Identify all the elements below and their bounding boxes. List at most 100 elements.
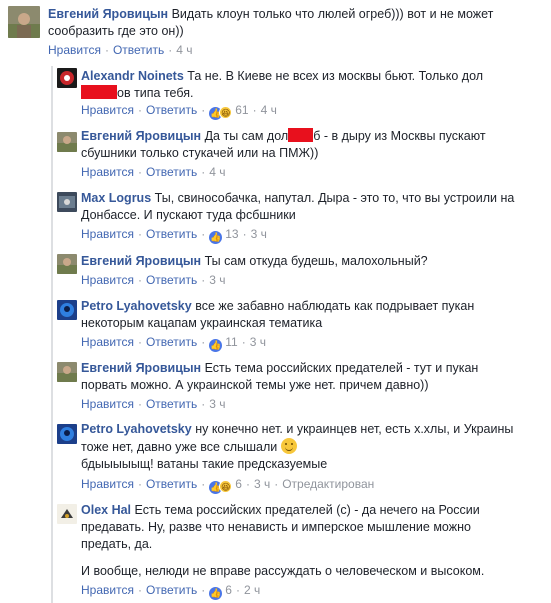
like-button[interactable]: Нравится — [81, 477, 134, 491]
like-button[interactable]: Нравится — [81, 335, 134, 349]
avatar[interactable] — [57, 504, 77, 524]
separator: · — [201, 165, 206, 179]
comment-actions: Нравится · Ответить · 👍 6 · 2 ч — [81, 582, 260, 600]
comment-actions: Нравится · Ответить · 3 ч — [81, 272, 226, 288]
comment-body-part: ов типа тебя. — [117, 86, 194, 100]
comment-actions: Нравится · Ответить · 3 ч — [81, 396, 226, 412]
comment-text: Olex Hal Есть тема российских предателей… — [81, 502, 521, 553]
separator: · — [252, 103, 257, 117]
separator: · — [201, 335, 206, 349]
like-button[interactable]: Нравится — [81, 227, 134, 241]
separator: · — [137, 335, 142, 349]
avatar[interactable] — [8, 6, 40, 38]
reply-button[interactable]: Ответить — [146, 227, 197, 241]
timestamp[interactable]: 3 ч — [254, 477, 270, 491]
comment-author[interactable]: Евгений Яровицын — [81, 254, 201, 268]
separator: · — [235, 583, 240, 597]
reply-button[interactable]: Ответить — [113, 43, 164, 57]
reactions[interactable]: 👍😆 6 — [209, 477, 242, 494]
reactions[interactable]: 👍 13 — [209, 227, 239, 244]
comment-author[interactable]: Евгений Яровицын — [81, 129, 201, 143]
reply-thread-rail — [51, 66, 53, 603]
separator: · — [201, 103, 206, 117]
timestamp[interactable]: 3 ч — [209, 273, 225, 287]
comment-text: Max Logrus Ты, свинособачка, напутал. Ды… — [81, 190, 521, 224]
reactions[interactable]: 👍 11 — [209, 335, 238, 352]
comment-actions: Нравится · Ответить · 4 ч — [48, 42, 193, 58]
timestamp[interactable]: 4 ч — [176, 43, 192, 57]
separator: · — [137, 477, 142, 491]
like-button[interactable]: Нравится — [81, 583, 134, 597]
avatar[interactable] — [57, 424, 77, 444]
comment-text: Alexandr Noinets Та не. В Киеве не всех … — [81, 68, 501, 102]
comment-author[interactable]: Olex Hal — [81, 503, 131, 517]
separator: · — [274, 477, 279, 491]
reply-button[interactable]: Ответить — [146, 477, 197, 491]
comment-author[interactable]: Max Logrus — [81, 191, 151, 205]
avatar[interactable] — [57, 132, 77, 152]
separator: · — [245, 477, 250, 491]
comment-text: Евгений Яровицын Видать клоун только что… — [48, 6, 543, 40]
separator: · — [137, 397, 142, 411]
avatar[interactable] — [57, 68, 77, 88]
timestamp[interactable]: 4 ч — [261, 103, 277, 117]
comment-author[interactable]: Евгений Яровицын — [48, 7, 168, 21]
reply-button[interactable]: Ответить — [146, 103, 197, 117]
haha-reaction-icon: 😆 — [219, 106, 233, 119]
separator: · — [137, 103, 142, 117]
separator: · — [137, 227, 142, 241]
separator: · — [241, 335, 246, 349]
comment-author[interactable]: Petro Lyahovetsky — [81, 299, 192, 313]
like-reaction-icon: 👍 — [209, 339, 223, 352]
comment-actions: Нравится · Ответить · 👍😆 6 · 3 ч · Отредактирован — [81, 476, 374, 494]
reaction-count: 13 — [225, 227, 239, 241]
redaction-mark — [81, 85, 117, 99]
timestamp[interactable]: 2 ч — [244, 583, 260, 597]
comment-author[interactable]: Евгений Яровицын — [81, 361, 201, 375]
redaction-mark — [288, 128, 314, 142]
avatar[interactable] — [57, 192, 77, 212]
haha-reaction-icon: 😆 — [219, 480, 233, 493]
avatar[interactable] — [57, 254, 77, 274]
avatar[interactable] — [57, 300, 77, 320]
reactions[interactable]: 👍😆 61 — [209, 103, 249, 120]
timestamp[interactable]: 3 ч — [250, 335, 266, 349]
reply-button[interactable]: Ответить — [146, 583, 197, 597]
smiley-emoji-icon — [280, 438, 297, 454]
like-button[interactable]: Нравится — [81, 273, 134, 287]
avatar[interactable] — [57, 362, 77, 382]
separator: · — [201, 227, 206, 241]
timestamp[interactable]: 3 ч — [251, 227, 267, 241]
separator: · — [137, 583, 142, 597]
reactions[interactable]: 👍 6 — [209, 583, 232, 600]
comment-actions: Нравится · Ответить · 👍😆 61 · 4 ч — [81, 102, 277, 120]
like-button[interactable]: Нравится — [81, 165, 134, 179]
reaction-count: 61 — [235, 103, 249, 117]
comment-text: Petro Lyahovetsky ну конечно нет. и укра… — [81, 421, 521, 473]
comment-text: Евгений Яровицын Есть тема российских пр… — [81, 360, 521, 394]
like-button[interactable]: Нравится — [48, 43, 101, 57]
comment-author[interactable]: Petro Lyahovetsky — [81, 422, 192, 436]
separator: · — [137, 273, 142, 287]
reply-button[interactable]: Ответить — [146, 165, 197, 179]
separator: · — [201, 477, 206, 491]
comment-actions: Нравится · Ответить · 4 ч — [81, 164, 226, 180]
timestamp[interactable]: 3 ч — [209, 397, 225, 411]
separator: · — [137, 165, 142, 179]
comment-actions: Нравится · Ответить · 👍 11 · 3 ч — [81, 334, 266, 352]
separator: · — [242, 227, 247, 241]
edited-label[interactable]: Отредактирован — [282, 477, 374, 491]
like-reaction-icon: 👍 — [209, 231, 223, 244]
comment-author[interactable]: Alexandr Noinets — [81, 69, 184, 83]
reply-button[interactable]: Ответить — [146, 273, 197, 287]
comment-text: Евгений Яровицын Да ты сам дол б - в дыру… — [81, 128, 521, 162]
like-button[interactable]: Нравится — [81, 397, 134, 411]
reply-button[interactable]: Ответить — [146, 335, 197, 349]
separator: · — [104, 43, 109, 57]
like-button[interactable]: Нравится — [81, 103, 134, 117]
reaction-count: 6 — [225, 583, 232, 597]
comment-body-line: бдыыыыыщ! ватаны такие предсказуемые — [81, 457, 328, 471]
timestamp[interactable]: 4 ч — [209, 165, 225, 179]
comment-text: Евгений Яровицын Ты сам откуда будешь, м… — [81, 253, 521, 270]
reply-button[interactable]: Ответить — [146, 397, 197, 411]
